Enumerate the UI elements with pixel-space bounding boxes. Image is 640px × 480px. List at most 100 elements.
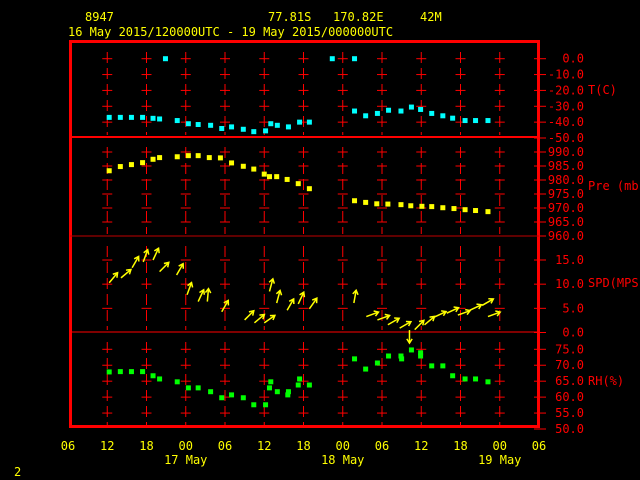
temperature-point <box>263 128 269 134</box>
pressure-point <box>440 205 446 211</box>
wind-arrow <box>120 268 133 279</box>
panel-ylabel: SPD(MPS) <box>588 276 640 290</box>
pressure-point <box>128 162 134 168</box>
wind-arrow <box>487 310 502 318</box>
pressure-point <box>266 174 272 180</box>
temperature-point <box>352 108 358 114</box>
y-tick-label: -50.0 <box>548 131 584 145</box>
relative-humidity-point <box>157 376 163 382</box>
x-tick-label: 12 <box>257 439 271 453</box>
y-tick-label: -40.0 <box>548 115 584 129</box>
x-tick-label: 12 <box>414 439 428 453</box>
relative-humidity-point <box>440 363 446 369</box>
temperature-point <box>398 108 404 114</box>
relative-humidity-point <box>240 395 246 401</box>
relative-humidity-point <box>374 360 380 366</box>
wind-arrow <box>308 297 318 310</box>
time-period: 16 May 2015/120000UTC - 19 May 2015/0000… <box>68 25 393 39</box>
relative-humidity-point <box>268 379 274 385</box>
pressure-point <box>363 199 369 205</box>
temperature-point <box>268 121 274 127</box>
temperature-point <box>329 56 335 62</box>
temperature-point <box>208 122 214 128</box>
wind-arrow <box>159 261 170 273</box>
temperature-point <box>363 113 369 119</box>
relative-humidity-point <box>352 356 358 362</box>
wind-arrow <box>352 288 359 304</box>
panel-ylabel: Pre (mb) <box>588 179 640 193</box>
wind-arrow <box>481 297 495 307</box>
y-tick-label: 970.0 <box>548 201 584 215</box>
pressure-point <box>352 198 358 204</box>
relative-humidity-point <box>295 382 301 388</box>
temperature-point <box>195 122 201 128</box>
pressure-point <box>261 171 267 177</box>
pressure-point <box>306 186 312 192</box>
relative-humidity-point <box>473 376 479 382</box>
wind-arrow <box>366 310 380 318</box>
meteogram-chart: 8947 77.81S 170.82E 42M 16 May 2015/1200… <box>14 10 640 479</box>
temperature-point <box>219 125 225 131</box>
relative-humidity-point <box>174 379 180 385</box>
y-tick-label: 55.0 <box>555 406 584 420</box>
wind-arrow <box>253 313 266 324</box>
y-tick-label: 60.0 <box>555 390 584 404</box>
temperature-point <box>174 118 180 124</box>
axis-labels: 0.0 -10.0-20.0 -30.0 -40.0 -50.0 T(C) 990.0985… <box>61 52 640 467</box>
x-tick-label: 06 <box>218 439 232 453</box>
relative-humidity-point <box>429 363 435 369</box>
relative-humidity-point <box>263 402 269 408</box>
pressure-point <box>408 203 414 209</box>
pressure-point <box>157 155 163 161</box>
relative-humidity-point <box>106 369 112 375</box>
relative-humidity-point <box>386 353 392 359</box>
y-tick-label: 990.0 <box>548 145 584 159</box>
relative-humidity-point <box>399 356 405 362</box>
pressure-point <box>485 209 491 215</box>
y-tick-label: 70.0 <box>555 358 584 372</box>
relative-humidity-point <box>285 392 291 398</box>
x-tick-label: 00 <box>493 439 507 453</box>
pressure-point <box>106 168 112 174</box>
pressure-point <box>295 181 301 187</box>
relative-humidity-point <box>297 376 303 382</box>
wind-arrow <box>434 310 448 318</box>
relative-humidity-point <box>266 385 272 391</box>
temperature-point <box>251 129 257 135</box>
y-tick-label: 965.0 <box>548 215 584 229</box>
temperature-point <box>128 114 134 120</box>
y-tick-label: 0.0 <box>562 52 584 66</box>
temperature-point <box>462 118 468 124</box>
station-elevation: 42M <box>420 10 442 24</box>
x-tick-label: 18 <box>453 439 467 453</box>
relative-humidity-point <box>229 392 235 398</box>
relative-humidity-point <box>450 373 456 379</box>
temperature-point <box>140 114 146 120</box>
temperature-point <box>185 121 191 127</box>
relative-humidity-point <box>418 353 424 359</box>
temperature-point <box>150 115 156 121</box>
temperature-point <box>485 118 491 124</box>
y-tick-label: 0.0 <box>562 326 584 340</box>
pressure-point <box>429 204 435 210</box>
pressure-point <box>462 207 468 213</box>
y-tick-label: 960.0 <box>548 229 584 243</box>
station-id: 8947 <box>85 10 114 24</box>
wind-arrow <box>152 246 160 261</box>
wind-arrow <box>175 262 185 276</box>
relative-humidity-point <box>274 389 280 395</box>
x-tick-label: 18 <box>296 439 310 453</box>
temperature-point <box>408 104 414 110</box>
pressure-point <box>451 206 457 212</box>
x-tick-label: 06 <box>375 439 389 453</box>
y-tick-label: 50.0 <box>555 422 584 436</box>
wind-arrow <box>131 255 140 269</box>
y-tick-label: 15.0 <box>555 253 584 267</box>
y-tick-label: 5.0 <box>562 301 584 315</box>
wind-arrow <box>108 271 119 284</box>
temperature-point <box>117 114 123 120</box>
pressure-point <box>473 208 479 214</box>
wind-arrow <box>399 320 413 329</box>
relative-humidity-point <box>251 402 257 408</box>
pressure-point <box>185 153 191 159</box>
